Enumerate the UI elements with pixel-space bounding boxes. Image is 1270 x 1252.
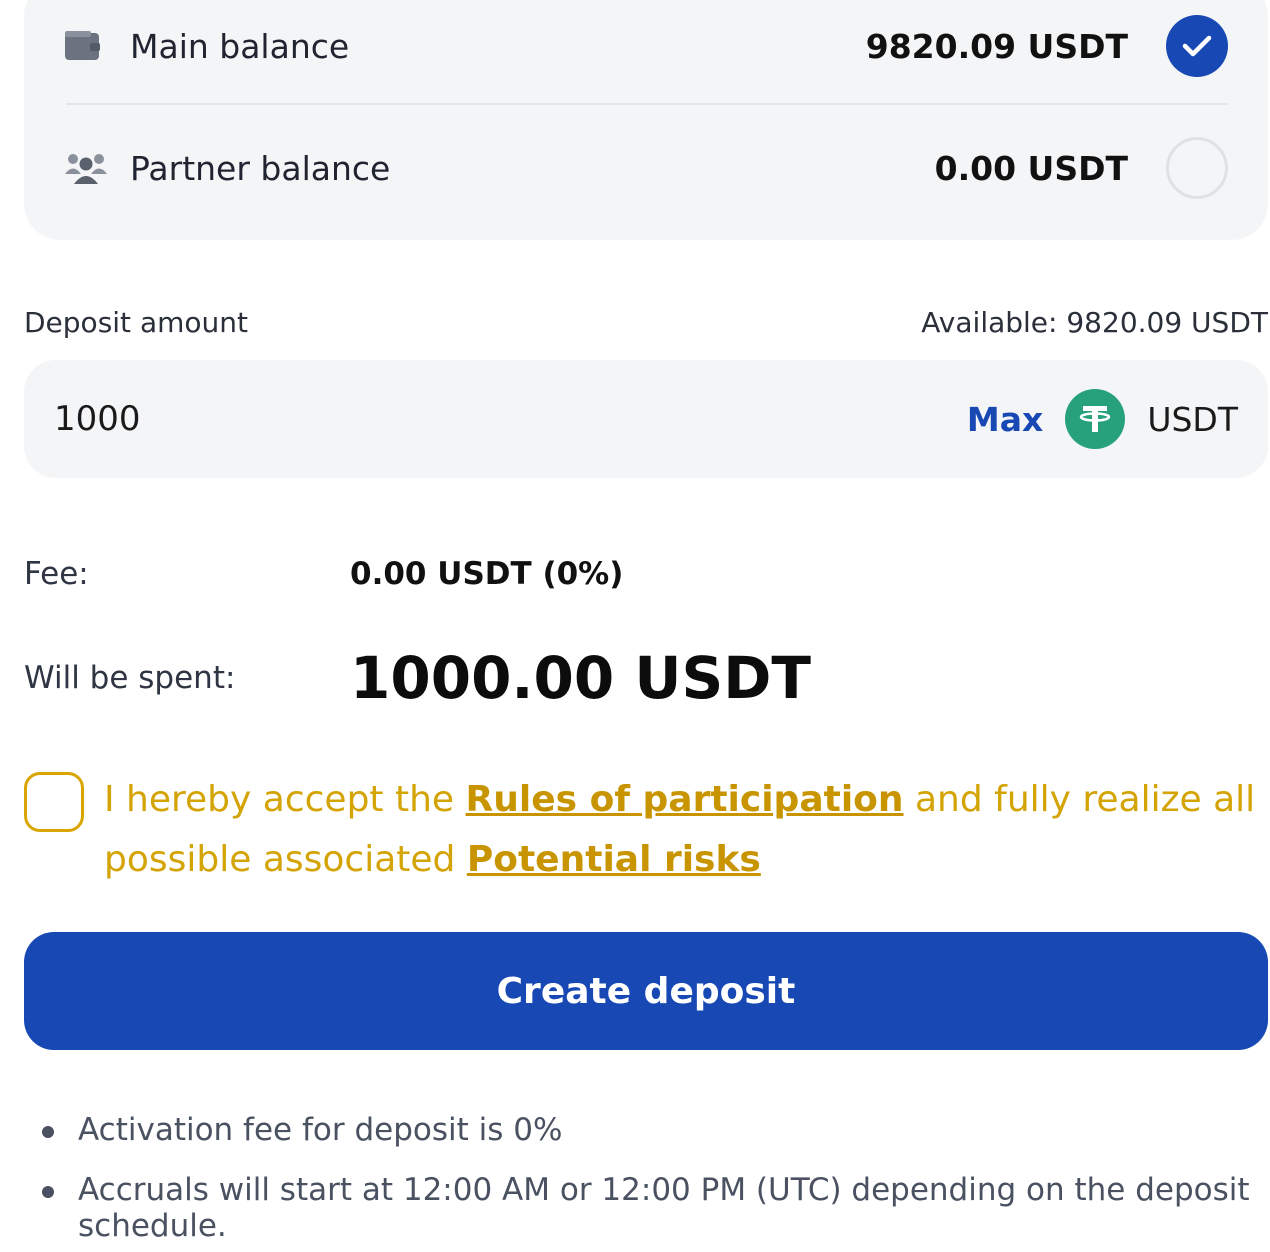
deposit-amount-field: Max USDT: [24, 360, 1268, 478]
available-balance: Available: 9820.09 USDT: [921, 305, 1268, 339]
fee-value: 0.00 USDT (0%): [350, 556, 624, 592]
deposit-header: Deposit amount Available: 9820.09 USDT: [24, 300, 1268, 344]
tether-icon: [1065, 389, 1126, 449]
balance-selector: Main balance 9820.09 USDT Partner balanc…: [24, 0, 1268, 240]
fee-row: Fee: 0.00 USDT (0%): [24, 548, 623, 600]
balance-divider: [66, 103, 1228, 105]
rules-link[interactable]: Rules of participation: [466, 779, 904, 820]
deposit-amount-label: Deposit amount: [24, 305, 248, 339]
partner-balance-option[interactable]: Partner balance 0.00 USDT: [64, 118, 1228, 218]
partner-balance-radio[interactable]: [1166, 137, 1228, 199]
max-button[interactable]: Max: [967, 400, 1043, 439]
main-balance-label: Main balance: [130, 26, 350, 66]
main-balance-radio[interactable]: [1166, 15, 1228, 77]
spent-label: Will be spent:: [24, 660, 236, 696]
partner-balance-label: Partner balance: [130, 148, 391, 188]
terms-agreement: I hereby accept the Rules of participati…: [24, 770, 1270, 890]
currency-label: USDT: [1147, 399, 1238, 439]
create-deposit-button[interactable]: Create deposit: [24, 932, 1268, 1050]
fee-label: Fee:: [24, 556, 89, 592]
partner-balance-amount: 0.00 USDT: [934, 148, 1128, 188]
terms-checkbox[interactable]: [24, 772, 84, 832]
check-icon: [1182, 35, 1212, 57]
wallet-icon: [64, 26, 108, 66]
note-item: Accruals will start at 12:00 AM or 12:00…: [40, 1172, 1260, 1244]
main-balance-option[interactable]: Main balance 9820.09 USDT: [64, 0, 1228, 96]
deposit-amount-input[interactable]: [54, 399, 967, 439]
main-balance-amount: 9820.09 USDT: [865, 26, 1128, 66]
deposit-notes: Activation fee for deposit is 0% Accrual…: [40, 1112, 1260, 1252]
note-item: Activation fee for deposit is 0%: [40, 1112, 1260, 1148]
spent-row: Will be spent: 1000.00 USDT: [24, 638, 811, 718]
terms-text: I hereby accept the Rules of participati…: [104, 770, 1270, 890]
terms-text-part-1: I hereby accept the: [104, 779, 466, 820]
risks-link[interactable]: Potential risks: [467, 839, 761, 880]
spent-value: 1000.00 USDT: [350, 644, 811, 712]
users-icon: [64, 148, 108, 188]
